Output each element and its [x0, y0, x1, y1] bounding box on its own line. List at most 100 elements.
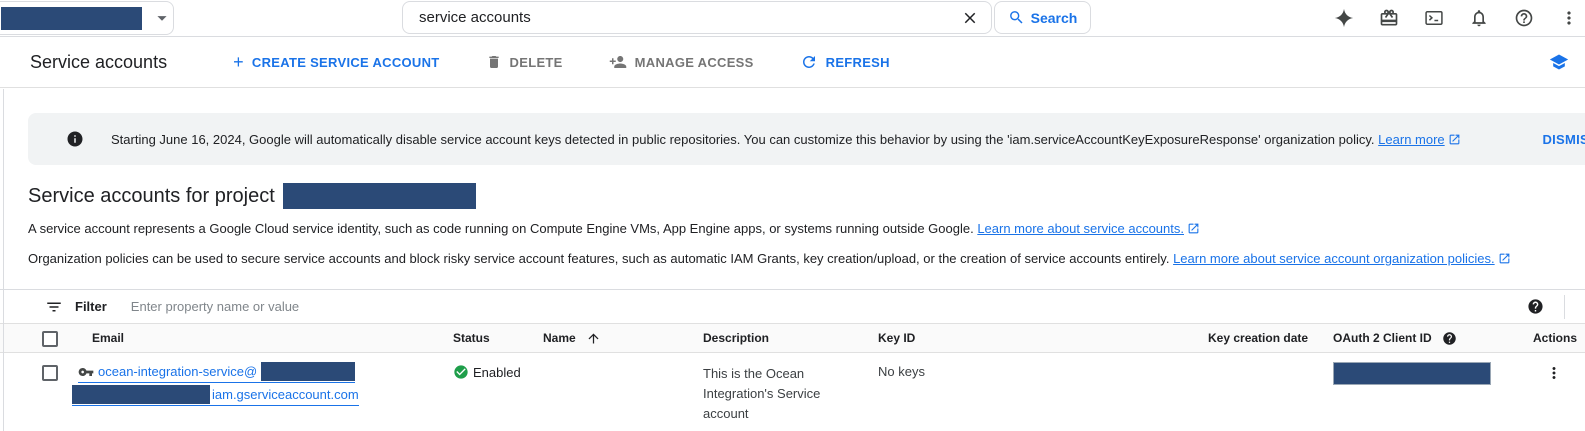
column-header-actions: Actions: [1533, 331, 1585, 345]
delete-button[interactable]: DELETE: [482, 48, 567, 76]
create-service-account-button[interactable]: + CREATE SERVICE ACCOUNT: [229, 49, 443, 76]
email-line-2: iam.gserviceaccount.com: [72, 385, 359, 406]
redacted-oauth-client-id: [1333, 362, 1491, 385]
column-header-key-id-label: Key ID: [878, 331, 915, 345]
status-label: Enabled: [473, 365, 521, 380]
header-checkbox-cell: [26, 330, 68, 347]
manage-access-label: MANAGE ACCESS: [635, 55, 754, 70]
oauth-help-icon[interactable]: [1442, 331, 1457, 346]
status-cell: Enabled: [453, 362, 543, 380]
column-header-status[interactable]: Status: [453, 331, 543, 345]
row-checkbox-cell: [26, 362, 68, 381]
refresh-icon: [800, 53, 818, 71]
caret-down-icon: [151, 7, 173, 29]
refresh-button[interactable]: REFRESH: [796, 47, 894, 77]
close-icon[interactable]: [959, 7, 981, 29]
learn-more-org-policies-link[interactable]: Learn more about service account organiz…: [1173, 251, 1495, 266]
column-header-email[interactable]: Email: [68, 331, 453, 345]
banner-message: Starting June 16, 2024, Google will auto…: [111, 132, 1461, 147]
manage-access-button[interactable]: MANAGE ACCESS: [605, 47, 758, 77]
select-all-checkbox[interactable]: [42, 331, 58, 347]
more-vertical-icon[interactable]: [1559, 8, 1579, 28]
dismiss-button[interactable]: DISMISS: [1542, 132, 1585, 147]
banner-learn-more-link[interactable]: Learn more: [1378, 132, 1444, 147]
description-cell: This is the Ocean Integration's Service …: [703, 362, 841, 424]
redacted-email-part: [72, 385, 210, 404]
header-actions: [1334, 0, 1579, 36]
row-checkbox[interactable]: [42, 365, 58, 381]
trash-icon: [486, 54, 502, 70]
search-button[interactable]: Search: [994, 1, 1091, 34]
delete-label: DELETE: [510, 55, 563, 70]
panel-edge-divider: [3, 89, 4, 431]
external-link-icon: [1187, 222, 1200, 235]
search-button-label: Search: [1031, 10, 1078, 26]
divider: [1564, 295, 1565, 319]
project-picker[interactable]: [0, 1, 174, 35]
person-add-icon: [609, 53, 627, 71]
create-service-account-label: CREATE SERVICE ACCOUNT: [252, 55, 440, 70]
cloud-shell-icon[interactable]: [1424, 8, 1444, 28]
redacted-project-name: [1, 7, 142, 30]
column-header-name[interactable]: Name: [543, 331, 703, 346]
intro-paragraph-text: A service account represents a Google Cl…: [28, 221, 974, 236]
search-bar: Search: [402, 1, 1091, 34]
refresh-label: REFRESH: [826, 55, 890, 70]
sort-ascending-icon: [586, 331, 601, 346]
column-header-actions-label: Actions: [1533, 331, 1577, 345]
redacted-email-part: [261, 362, 355, 381]
oauth-client-id-cell: [1333, 362, 1533, 390]
intro-paragraph: A service account represents a Google Cl…: [28, 221, 1585, 236]
action-toolbar: Service accounts + CREATE SERVICE ACCOUN…: [0, 37, 1585, 88]
info-banner: Starting June 16, 2024, Google will auto…: [28, 113, 1585, 165]
service-account-domain-link[interactable]: iam.gserviceaccount.com: [212, 387, 359, 402]
column-header-key-creation-date[interactable]: Key creation date: [1208, 331, 1333, 345]
filter-label: Filter: [75, 299, 107, 314]
learn-more-service-accounts-link[interactable]: Learn more about service accounts.: [977, 221, 1184, 236]
top-header: Search: [0, 0, 1585, 37]
column-header-key-creation-date-label: Key creation date: [1208, 331, 1308, 345]
info-icon: [66, 130, 84, 148]
org-policy-paragraph: Organization policies can be used to sec…: [28, 251, 1585, 266]
email-line-1: ocean-integration-service@: [78, 362, 355, 383]
section-heading: Service accounts for project: [28, 183, 1585, 209]
notifications-bell-icon[interactable]: [1469, 8, 1489, 28]
table-header-row: Email Status Name Description Key ID Key…: [0, 323, 1585, 353]
column-header-name-label: Name: [543, 331, 576, 345]
column-header-description-label: Description: [703, 331, 769, 345]
help-icon[interactable]: [1514, 8, 1534, 28]
column-header-oauth-client-id-label: OAuth 2 Client ID: [1333, 331, 1432, 345]
column-header-key-id[interactable]: Key ID: [878, 331, 1208, 345]
filter-input[interactable]: [131, 299, 1527, 314]
banner-message-text: Starting June 16, 2024, Google will auto…: [111, 132, 1375, 147]
redacted-project-id: [283, 183, 476, 209]
actions-cell: [1533, 362, 1585, 387]
column-header-description[interactable]: Description: [703, 331, 878, 345]
email-cell: ocean-integration-service@ iam.gservicea…: [68, 362, 453, 406]
external-link-icon: [1448, 133, 1461, 146]
column-header-oauth-client-id[interactable]: OAuth 2 Client ID: [1333, 331, 1533, 346]
service-account-email-link[interactable]: ocean-integration-service@: [98, 364, 257, 379]
search-input-box: [402, 1, 992, 34]
column-header-email-label: Email: [92, 331, 124, 345]
plus-icon: +: [233, 55, 244, 69]
page-title: Service accounts: [30, 52, 167, 73]
org-policy-paragraph-text: Organization policies can be used to sec…: [28, 251, 1169, 266]
table-row: ocean-integration-service@ iam.gservicea…: [0, 353, 1585, 424]
status-enabled-check-icon: [453, 364, 469, 380]
learning-cap-icon[interactable]: [1549, 52, 1569, 72]
column-header-status-label: Status: [453, 331, 490, 345]
gemini-sparkle-icon[interactable]: [1334, 8, 1354, 28]
search-icon: [1008, 9, 1025, 26]
filter-icon: [45, 298, 63, 316]
row-actions-menu-icon[interactable]: [1545, 364, 1563, 382]
search-input[interactable]: [419, 9, 959, 26]
gift-icon[interactable]: [1379, 8, 1399, 28]
service-accounts-table: Filter Email Status Name Description Key…: [0, 289, 1585, 424]
key-id-cell: No keys: [878, 362, 1208, 379]
filter-bar: Filter: [0, 290, 1585, 323]
external-link-icon: [1498, 252, 1511, 265]
service-account-key-icon: [78, 364, 94, 380]
section-heading-text: Service accounts for project: [28, 185, 275, 208]
filter-help-icon[interactable]: [1527, 298, 1544, 315]
